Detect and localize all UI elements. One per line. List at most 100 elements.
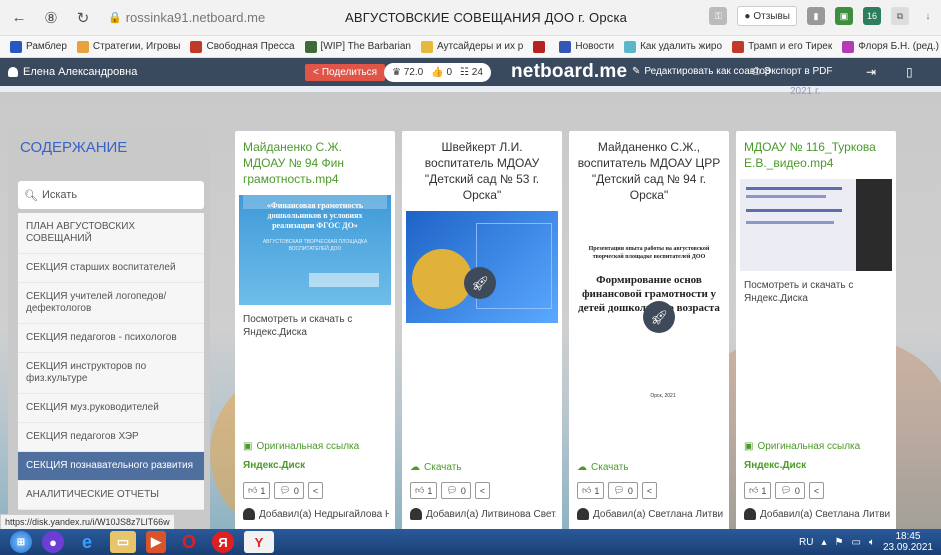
bookmark-item[interactable]: [533, 40, 549, 53]
card-1[interactable]: Майданенко С.Ж. МДОАУ № 94 Фин грамотнос…: [235, 131, 395, 529]
yandex-disk-link[interactable]: Яндекс.Диск: [243, 460, 305, 471]
brand-logo[interactable]: netboard.me: [511, 61, 627, 83]
folder-icon[interactable]: ▭: [110, 531, 136, 553]
clock[interactable]: 18:45 23.09.2021: [883, 531, 933, 553]
bookmark-icon[interactable]: ▮: [807, 7, 825, 25]
card-thumbnail[interactable]: 🚀︎: [406, 211, 558, 323]
toc-item[interactable]: СЕКЦИЯ познавательного развития: [18, 452, 204, 481]
card-3[interactable]: Майданенко С.Ж., воспитатель МДОАУ ЦРР "…: [569, 131, 729, 529]
mobile-icon[interactable]: ▯: [906, 65, 913, 79]
toc-search-input[interactable]: 🔍︎ Искать: [18, 181, 204, 209]
rocket-icon: 🚀︎: [464, 267, 496, 299]
copy-icon[interactable]: ⧉: [891, 7, 909, 25]
share-icon: <: [313, 67, 319, 78]
volume-icon[interactable]: 🔈︎: [869, 537, 875, 548]
toc-item[interactable]: СЕКЦИЯ муз.руководителей: [18, 394, 204, 423]
bookmark-item[interactable]: [WIP] The Barbarian: [304, 40, 411, 53]
like-button[interactable]: 👍︎ 1: [410, 482, 438, 499]
rocket-icon: 🚀︎: [643, 301, 675, 333]
like-button[interactable]: 👍︎ 1: [577, 482, 605, 499]
original-link[interactable]: ▣ Оригинальная ссылка: [243, 441, 359, 452]
download-link[interactable]: ☁ Скачать: [410, 462, 462, 473]
share-card-button[interactable]: <: [474, 482, 491, 499]
language-indicator[interactable]: RU: [799, 537, 813, 548]
extension-green-icon[interactable]: ▣: [835, 7, 853, 25]
added-by: Добавил(а) Светлана Литвинова: [577, 508, 723, 520]
comment-icon: 💬︎: [279, 485, 291, 495]
download-icon[interactable]: ↓: [919, 7, 937, 25]
ie-icon[interactable]: e: [74, 531, 100, 553]
reload-icon[interactable]: ↻: [70, 5, 96, 31]
comment-button[interactable]: 💬︎ 0: [441, 482, 471, 499]
bookmark-item[interactable]: Новости: [559, 40, 614, 53]
extension-icon[interactable]: ⑧: [38, 5, 64, 31]
card-thumbnail[interactable]: «Финансовая грамотность дошкольников в у…: [239, 195, 391, 305]
card-title[interactable]: Майданенко С.Ж., воспитатель МДОАУ ЦРР "…: [569, 131, 729, 203]
comment-button[interactable]: 💬︎ 0: [775, 482, 805, 499]
bookmark-favicon-icon: [10, 40, 22, 53]
download-link[interactable]: ☁ Скачать: [577, 462, 629, 473]
image-icon: ▣: [744, 441, 754, 452]
opera-icon[interactable]: O: [176, 531, 202, 553]
thumb-text-line: [746, 195, 826, 198]
card-title[interactable]: Майданенко С.Ж. МДОАУ № 94 Фин грамотнос…: [235, 131, 395, 187]
toc-item[interactable]: СЕКЦИЯ учителей логопедов/ дефектологов: [18, 283, 204, 324]
share-icon: <: [312, 485, 319, 496]
edit-coauthor-button[interactable]: ✎ Редактировать как соавтор: [632, 66, 770, 77]
yandex-disk-link[interactable]: Яндекс.Диск: [744, 460, 806, 471]
yandex-icon[interactable]: Я: [212, 531, 234, 553]
extension-teal-icon[interactable]: 16: [863, 7, 881, 25]
like-button[interactable]: 👍︎ 1: [744, 482, 772, 499]
key-icon[interactable]: ⚿: [709, 7, 728, 25]
share-button[interactable]: < Поделиться: [305, 64, 386, 81]
card-title[interactable]: Швейкерт Л.И. воспитатель МДОАУ "Детский…: [402, 131, 562, 203]
thumb-heading: Презентация опыта работы на августовской…: [588, 246, 710, 260]
toc-item[interactable]: СЕКЦИЯ педагогов ХЭР: [18, 423, 204, 452]
bookmark-item[interactable]: Стратегии, Игровы: [76, 40, 180, 53]
bookmark-item[interactable]: Флоря Б.Н. (ред.): [842, 40, 939, 53]
address-input[interactable]: rossinka91.netboard.me: [126, 10, 265, 25]
tray-arrow-icon[interactable]: ▴: [821, 537, 826, 548]
card-description: Посмотреть и скачать с Яндекс.Диска: [744, 280, 854, 304]
card-thumbnail[interactable]: Презентация опыта работы на августовской…: [573, 211, 725, 411]
bookmark-favicon-icon: [842, 40, 855, 53]
reviews-button[interactable]: ● Отзывы: [737, 6, 797, 26]
bookmark-favicon-icon: [190, 40, 203, 53]
login-icon[interactable]: ⇥: [866, 65, 876, 79]
like-button[interactable]: 👍︎ 1: [243, 482, 271, 499]
bookmark-item[interactable]: Как удалить жиро: [624, 40, 722, 53]
media-icon[interactable]: ▶: [146, 531, 166, 553]
toc-item[interactable]: СЕКЦИЯ педагогов - психологов: [18, 324, 204, 353]
toc-item[interactable]: СЕКЦИЯ старших воспитателей: [18, 254, 204, 283]
thumb-text-line: [746, 187, 842, 190]
card-2[interactable]: Швейкерт Л.И. воспитатель МДОАУ "Детский…: [402, 131, 562, 529]
card-title[interactable]: МДОАУ № 116_Туркова Е.В._видео.mp4: [736, 131, 896, 171]
comment-button[interactable]: 💬︎ 0: [608, 482, 638, 499]
bookmark-item[interactable]: Рамблер: [10, 40, 67, 53]
bookmark-item[interactable]: Свободная Пресса: [190, 40, 295, 53]
toc-item[interactable]: СЕКЦИЯ инструкторов по физ.культуре: [18, 353, 204, 394]
flag-icon[interactable]: ⚑: [835, 537, 844, 548]
back-arrow-icon[interactable]: ←: [6, 5, 32, 31]
share-card-button[interactable]: <: [641, 482, 658, 499]
comment-button[interactable]: 💬︎ 0: [274, 482, 304, 499]
app-icon[interactable]: ●: [42, 531, 64, 553]
share-card-button[interactable]: <: [307, 482, 324, 499]
bookmark-favicon-icon: [559, 40, 572, 53]
user-menu[interactable]: Елена Александровна: [8, 66, 137, 78]
toc-item[interactable]: ПЛАН АВГУСТОВСКИХ СОВЕЩАНИЙ: [18, 213, 204, 254]
export-pdf-button[interactable]: ⎙ Экспорт в PDF: [752, 66, 832, 77]
card-thumbnail[interactable]: [740, 179, 892, 271]
start-button[interactable]: ⊞: [10, 531, 32, 553]
original-link[interactable]: ▣ Оригинальная ссылка: [744, 441, 860, 452]
user-icon: [8, 67, 18, 77]
bookmark-item[interactable]: Аутсайдеры и их р: [420, 40, 523, 53]
card-4[interactable]: МДОАУ № 116_Туркова Е.В._видео.mp4 Посмо…: [736, 131, 896, 529]
yandex-browser-icon[interactable]: Y: [244, 531, 274, 553]
network-icon[interactable]: ▭: [851, 537, 860, 548]
toc-item[interactable]: АНАЛИТИЧЕСКИЕ ОТЧЕТЫ: [18, 481, 204, 510]
share-card-button[interactable]: <: [808, 482, 825, 499]
image-icon: ▣: [243, 441, 253, 452]
windows-taskbar: ⊞ ● e ▭ ▶ O Я Y RU ▴ ⚑ ▭ 🔈︎ 18:45 23.09.…: [0, 529, 941, 555]
bookmark-item[interactable]: Трамп и его Тирек: [732, 40, 832, 53]
